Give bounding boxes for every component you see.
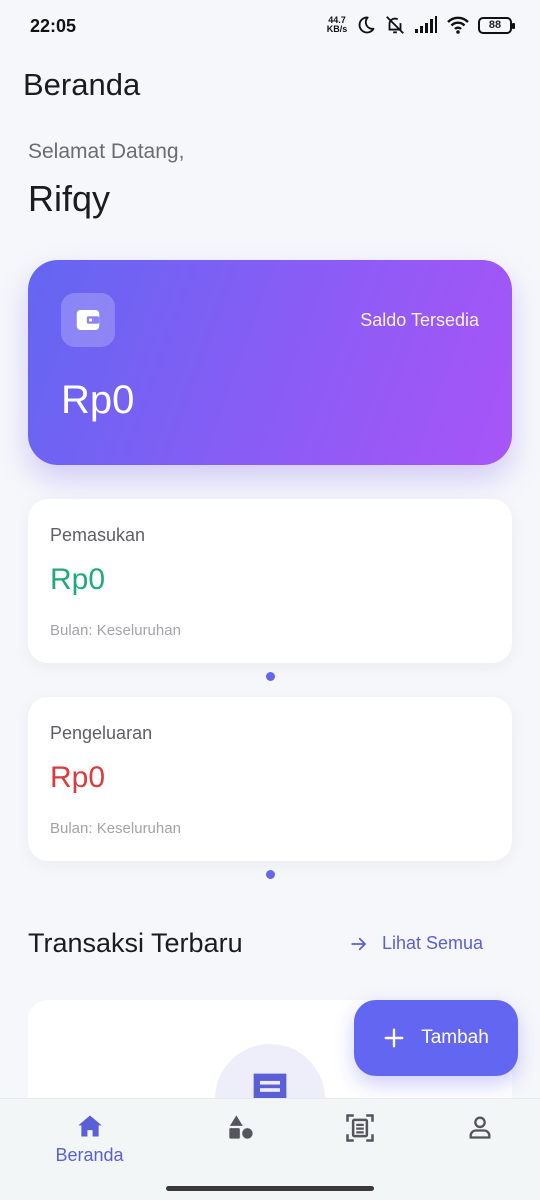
expense-label: Pengeluaran [50, 723, 153, 743]
battery-icon: 88 [478, 16, 515, 34]
balance-card[interactable]: Saldo Tersedia Rp0 [28, 260, 512, 465]
add-transaction-label: Tambah [421, 1027, 489, 1048]
mute-icon [386, 16, 404, 34]
greeting-text: Selamat Datang, [28, 140, 185, 163]
status-bar: 22:05 44.7 KB/s 88 [0, 0, 540, 56]
nav-label-home: Beranda [55, 1145, 124, 1165]
wallet-icon-box [61, 293, 115, 347]
see-all-label: Lihat Semua [382, 933, 484, 953]
home-screen: 22:05 44.7 KB/s 88 Beranda Selamat Datan… [0, 0, 540, 1200]
battery-level: 88 [488, 19, 502, 31]
signal-icon [415, 16, 437, 33]
nav-item-categories[interactable] [173, 1099, 308, 1181]
network-speed: 44.7 KB/s [326, 16, 348, 34]
arrow-right-icon [351, 937, 366, 950]
bottom-navigation: Beranda [0, 1098, 540, 1200]
income-card[interactable]: Pemasukan Rp0 Bulan: Keseluruhan [28, 499, 512, 663]
wallet-icon [76, 310, 100, 330]
section-title-transactions: Transaksi Terbaru [28, 928, 243, 958]
status-icons: 44.7 KB/s 88 [326, 14, 515, 36]
plus-icon [384, 1028, 404, 1048]
network-speed-unit: KB/s [326, 24, 348, 34]
expense-card[interactable]: Pengeluaran Rp0 Bulan: Keseluruhan [28, 697, 512, 861]
home-icon [77, 1115, 102, 1137]
page-title: Beranda [23, 67, 141, 102]
home-gesture-bar[interactable] [166, 1186, 374, 1191]
status-time: 22:05 [30, 16, 77, 36]
nav-item-home[interactable]: Beranda [22, 1099, 157, 1181]
balance-amount: Rp0 [61, 378, 135, 422]
nav-item-profile[interactable] [412, 1099, 540, 1181]
expense-page-indicator [266, 870, 275, 879]
moon-icon [358, 16, 375, 34]
income-label: Pemasukan [50, 525, 146, 545]
income-amount: Rp0 [50, 563, 106, 596]
add-transaction-button[interactable]: Tambah [354, 1000, 518, 1076]
user-name: Rifqy [28, 178, 111, 219]
balance-label: Saldo Tersedia [360, 310, 479, 330]
wifi-icon [447, 16, 469, 34]
category-icon [228, 1115, 253, 1139]
expense-amount: Rp0 [50, 761, 106, 794]
income-page-indicator [266, 672, 275, 681]
scan-receipt-icon [345, 1114, 374, 1142]
profile-icon [469, 1116, 490, 1139]
expense-period: Bulan: Keseluruhan [50, 820, 181, 837]
nav-item-scan[interactable] [292, 1099, 427, 1181]
see-all-link[interactable]: Lihat Semua [350, 933, 483, 954]
income-period: Bulan: Keseluruhan [50, 622, 181, 639]
